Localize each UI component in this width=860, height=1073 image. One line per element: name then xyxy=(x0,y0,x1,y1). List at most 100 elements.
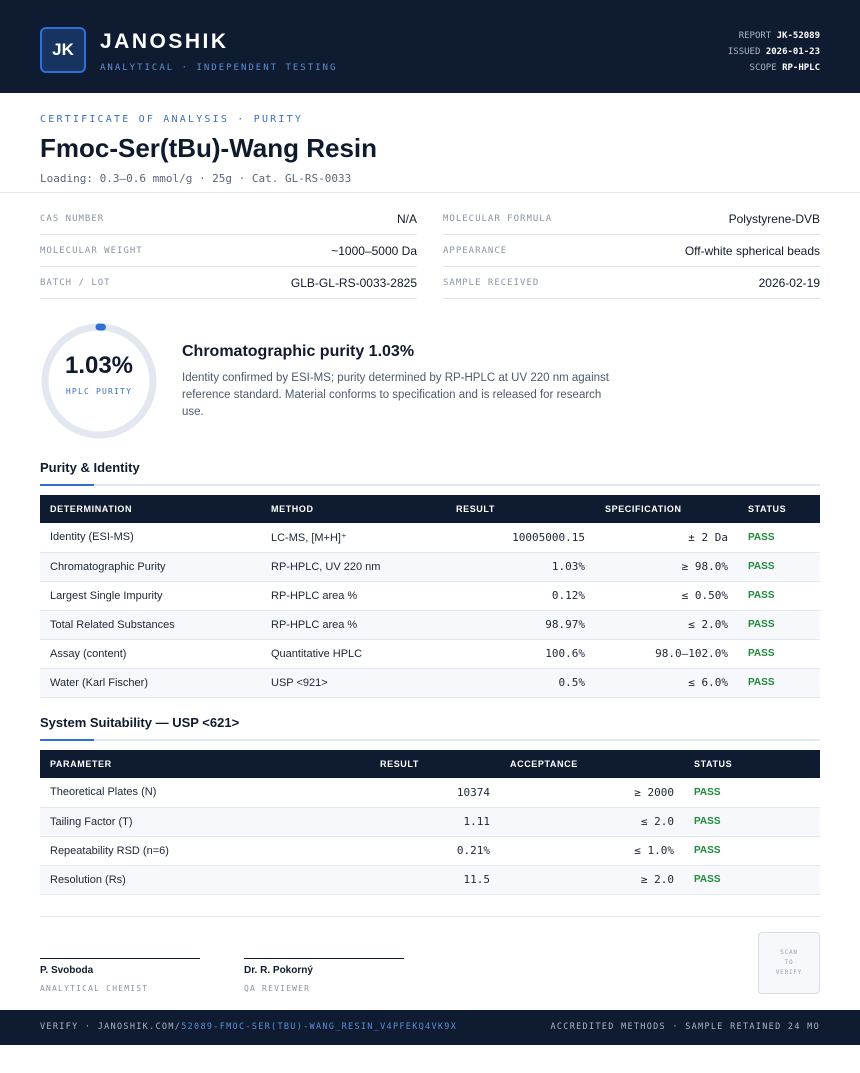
table-header-row: PARAMETER RESULT ACCEPTANCE STATUS xyxy=(40,750,820,778)
scope-label: SCOPE xyxy=(749,63,777,73)
status-badge: PASS xyxy=(738,639,820,669)
status-badge: PASS xyxy=(738,610,820,640)
report-header: JK JANOSHIK ANALYTICAL · INDEPENDENT TES… xyxy=(0,0,860,93)
status-badge: PASS xyxy=(738,668,820,698)
table-row: Water (Karl Fischer) USP <921> 0.5% ≤ 6.… xyxy=(40,668,820,698)
cell-result: 0.21% xyxy=(370,836,500,866)
received-value: 2026-02-19 xyxy=(758,276,820,290)
qr-text: SCAN TO VERIFY xyxy=(775,949,803,976)
status-badge: PASS xyxy=(684,778,820,808)
signature-line xyxy=(40,958,200,959)
column-header: SPECIFICATION xyxy=(595,495,738,523)
purity-heading: Chromatographic purity 1.03% xyxy=(182,343,415,360)
appearance-value: Off-white spherical beads xyxy=(684,244,820,258)
cell-parameter: Tailing Factor (T) xyxy=(40,807,370,837)
table-row: Repeatability RSD (n=6) 0.21% ≤ 1.0% PAS… xyxy=(40,836,820,866)
report-label: REPORT xyxy=(738,31,772,41)
cell-acceptance: ≤ 2.0 xyxy=(500,807,684,837)
cell-parameter: Theoretical Plates (N) xyxy=(40,778,370,808)
cell-determination: Largest Single Impurity xyxy=(40,581,261,611)
cell-result: 10374 xyxy=(370,778,500,808)
signatory-role: ANALYTICAL CHEMIST xyxy=(40,984,149,993)
signature-line xyxy=(244,958,404,959)
section-title-purity: Purity & Identity xyxy=(40,460,140,475)
table-row: Assay (content) Quantitative HPLC 100.6%… xyxy=(40,639,820,669)
cell-specification: ≤ 2.0% xyxy=(595,610,738,640)
issued-date: 2026-01-23 xyxy=(765,47,820,57)
verify-link[interactable]: 52089-FMOC-SER(TBU)-WANG_RESIN_V4PFEKQ4V… xyxy=(181,1022,457,1032)
section-rule xyxy=(40,484,820,486)
mw-value: ~1000–5000 Da xyxy=(331,244,417,258)
info-batch: BATCH / LOT GLB-GL-RS-0033-2825 xyxy=(40,267,417,299)
info-mw: MOLECULAR WEIGHT ~1000–5000 Da xyxy=(40,235,417,267)
cell-specification: ≥ 98.0% xyxy=(595,552,738,582)
column-header: METHOD xyxy=(261,495,446,523)
column-header: RESULT xyxy=(446,495,595,523)
info-received: SAMPLE RECEIVED 2026-02-19 xyxy=(443,267,820,299)
signatory-name: Dr. R. Pokorný xyxy=(244,965,313,976)
table-row: Largest Single Impurity RP-HPLC area % 0… xyxy=(40,581,820,611)
section-rule xyxy=(40,739,820,741)
table-row: Tailing Factor (T) 1.11 ≤ 2.0 PASS xyxy=(40,807,820,837)
table-header-row: DETERMINATION METHOD RESULT SPECIFICATIO… xyxy=(40,495,820,523)
received-label: SAMPLE RECEIVED xyxy=(443,278,540,288)
brand-tagline: ANALYTICAL · INDEPENDENT TESTING xyxy=(100,63,338,73)
table-row: Theoretical Plates (N) 10374 ≥ 2000 PASS xyxy=(40,778,820,808)
brand-name: JANOSHIK xyxy=(100,30,229,53)
signatory-name: P. Svoboda xyxy=(40,965,94,976)
divider xyxy=(40,916,820,917)
document-kicker: CERTIFICATE OF ANALYSIS · PURITY xyxy=(40,114,304,125)
cell-method: RP-HPLC area % xyxy=(261,610,446,640)
column-header: DETERMINATION xyxy=(40,495,261,523)
section-rule-accent xyxy=(40,739,94,741)
cell-method: LC-MS, [M+H]⁺ xyxy=(261,523,446,553)
cell-result: 98.97% xyxy=(446,610,595,640)
suitability-table: PARAMETER RESULT ACCEPTANCE STATUS Theor… xyxy=(40,750,820,895)
cell-method: RP-HPLC, UV 220 nm xyxy=(261,552,446,582)
cell-method: USP <921> xyxy=(261,668,446,698)
column-header: STATUS xyxy=(738,495,820,523)
purity-ring-label: HPLC PURITY xyxy=(65,387,133,396)
table-row: Total Related Substances RP-HPLC area % … xyxy=(40,610,820,640)
status-badge: PASS xyxy=(684,865,820,895)
cell-specification: 98.0–102.0% xyxy=(595,639,738,669)
purity-table: DETERMINATION METHOD RESULT SPECIFICATIO… xyxy=(40,495,820,698)
cell-specification: ≤ 0.50% xyxy=(595,581,738,611)
purity-ring-track xyxy=(41,323,157,439)
cell-result: 1.11 xyxy=(370,807,500,837)
purity-value: 1.03% xyxy=(64,352,134,379)
info-formula: MOLECULAR FORMULA Polystyrene-DVB xyxy=(443,203,820,235)
signatory-role: QA REVIEWER xyxy=(244,984,311,993)
divider xyxy=(0,192,860,193)
cell-method: Quantitative HPLC xyxy=(261,639,446,669)
cas-value: N/A xyxy=(396,212,417,226)
cell-parameter: Resolution (Rs) xyxy=(40,865,370,895)
report-number: JK-52089 xyxy=(776,31,820,41)
cell-result: 11.5 xyxy=(370,865,500,895)
cell-determination: Assay (content) xyxy=(40,639,261,669)
mw-label: MOLECULAR WEIGHT xyxy=(40,246,143,256)
report-meta: REPORT JK-52089 ISSUED 2026-01-23 SCOPE … xyxy=(728,28,820,76)
cell-determination: Total Related Substances xyxy=(40,610,261,640)
column-header: RESULT xyxy=(370,750,500,778)
formula-label: MOLECULAR FORMULA xyxy=(443,214,553,224)
column-header: STATUS xyxy=(684,750,820,778)
status-badge: PASS xyxy=(738,581,820,611)
batch-value: GLB-GL-RS-0033-2825 xyxy=(290,276,417,290)
status-badge: PASS xyxy=(738,552,820,582)
cell-acceptance: ≥ 2.0 xyxy=(500,865,684,895)
status-badge: PASS xyxy=(684,807,820,837)
column-header: ACCEPTANCE xyxy=(500,750,684,778)
cell-acceptance: ≥ 2000 xyxy=(500,778,684,808)
cell-specification: ≤ 6.0% xyxy=(595,668,738,698)
product-subline: Loading: 0.3–0.6 mmol/g · 25g · Cat. GL-… xyxy=(40,172,352,185)
cell-result: 0.5% xyxy=(446,668,595,698)
section-title-suitability: System Suitability — USP <621> xyxy=(40,715,240,730)
formula-value: Polystyrene-DVB xyxy=(728,212,820,226)
cell-result: 0.12% xyxy=(446,581,595,611)
cell-determination: Chromatographic Purity xyxy=(40,552,261,582)
verify-qr-placeholder[interactable]: SCAN TO VERIFY xyxy=(758,932,820,994)
status-badge: PASS xyxy=(738,523,820,553)
cell-method: RP-HPLC area % xyxy=(261,581,446,611)
cell-determination: Identity (ESI-MS) xyxy=(40,523,261,553)
